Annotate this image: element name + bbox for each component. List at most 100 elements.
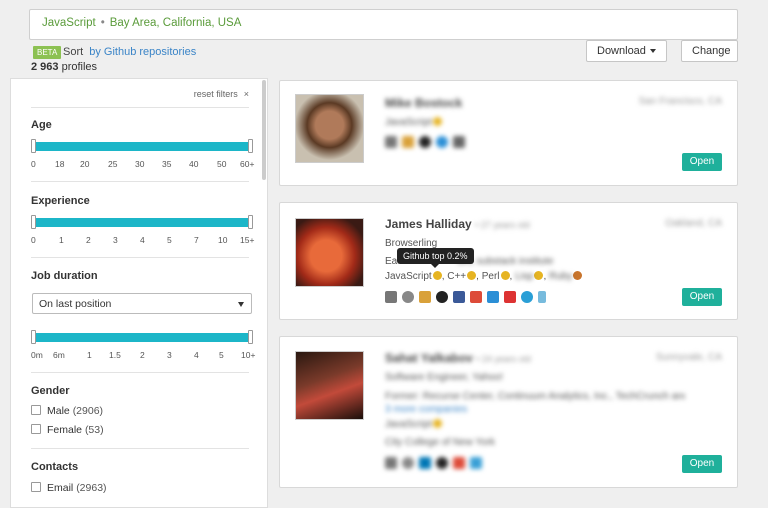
tick-label: 10 (218, 235, 228, 245)
candidate-name[interactable]: Sahat Yalkabov (385, 351, 473, 365)
search-bar[interactable]: JavaScript • Bay Area, California, USA (29, 9, 738, 40)
contacts-email-label: Email (47, 482, 74, 494)
reset-filters-link[interactable]: reset filters × (188, 89, 249, 99)
checkbox-icon[interactable] (31, 482, 41, 492)
google-plus-icon[interactable] (470, 291, 482, 303)
tick-label: 3 (167, 350, 172, 360)
github-rank-tooltip: Github top 0.2% (397, 248, 474, 268)
tick-label: 0m (31, 350, 43, 360)
age-title: Age (31, 119, 52, 131)
experience-min-handle[interactable] (31, 215, 36, 229)
age-max-handle[interactable] (248, 139, 253, 153)
skill-label: JavaScript (385, 117, 432, 128)
twitter-icon[interactable] (436, 136, 448, 148)
open-button[interactable]: Open (682, 288, 722, 306)
open-button[interactable]: Open (682, 455, 722, 473)
sidebar-scrollbar[interactable] (262, 80, 266, 180)
tick-label: 7 (194, 235, 199, 245)
contacts-email-checkbox[interactable]: Email (2963) (31, 482, 107, 494)
candidate-name[interactable]: Mike Bostock (385, 96, 462, 110)
tick-label: 15+ (240, 235, 255, 245)
candidate-location: Oakland, CA (665, 218, 722, 229)
job-duration-select-value: On last position (39, 298, 112, 310)
avatar[interactable] (295, 218, 364, 287)
experience-max-handle[interactable] (248, 215, 253, 229)
download-button[interactable]: Download (586, 40, 667, 62)
google-plus-icon[interactable] (453, 457, 465, 469)
job-duration-max-handle[interactable] (248, 330, 253, 344)
globe-icon[interactable] (521, 291, 533, 303)
beta-badge: BETA (33, 46, 62, 59)
link-icon[interactable] (453, 136, 465, 148)
gender-female-checkbox[interactable]: Female (53) (31, 424, 104, 436)
gender-female-count: (53) (84, 424, 104, 436)
skill-label: C++ (447, 271, 467, 282)
candidate-name[interactable]: James Halliday (385, 217, 472, 231)
more-icon[interactable] (538, 291, 546, 303)
skill-label: Perl (481, 271, 500, 282)
profile-card: Sahat Yalkabov • 24 years old Sunnyvale,… (279, 336, 738, 488)
search-skill: JavaScript (42, 17, 96, 29)
contact-icons (385, 291, 546, 305)
angellist-icon[interactable] (470, 457, 482, 469)
tick-label: 5 (167, 235, 172, 245)
tick-label: 6m (53, 350, 65, 360)
github-icon[interactable] (436, 457, 448, 469)
contact-icons (385, 457, 482, 471)
candidate-skills: JavaScript (385, 117, 442, 128)
tick-label: 4 (140, 235, 145, 245)
age-ticks: 0 18 20 25 30 35 40 50 60+ (31, 159, 257, 171)
tick-label: 50 (217, 159, 227, 169)
more-companies-link[interactable]: 3 more companies (385, 404, 467, 415)
home-icon[interactable] (402, 457, 414, 469)
tick-label: 0 (31, 159, 36, 169)
profiles-count: 2 963 profiles (31, 61, 97, 73)
facebook-icon[interactable] (453, 291, 465, 303)
tick-label: 25 (108, 159, 118, 169)
youtube-icon[interactable] (504, 291, 516, 303)
candidate-location: San Francisco, CA (638, 96, 722, 107)
gender-male-checkbox[interactable]: Male (2906) (31, 405, 103, 417)
job-duration-select[interactable]: On last position (32, 293, 252, 314)
coin-icon (573, 271, 583, 280)
tick-label: 40 (189, 159, 199, 169)
experience-slider[interactable] (31, 215, 253, 229)
checkbox-icon[interactable] (31, 424, 41, 434)
tick-label: 3 (113, 235, 118, 245)
tick-label: 1.5 (109, 350, 121, 360)
avatar[interactable] (295, 94, 364, 163)
change-label: Change (692, 45, 731, 57)
home-icon[interactable] (402, 291, 414, 303)
email-icon[interactable] (385, 291, 397, 303)
search-separator: • (100, 17, 105, 29)
open-button[interactable]: Open (682, 153, 722, 171)
profiles-number: 2 963 (31, 61, 59, 73)
gender-male-label: Male (47, 405, 70, 417)
search-location: Bay Area, California, USA (109, 17, 242, 29)
job-duration-slider[interactable] (31, 330, 253, 344)
profile-card: Mike Bostock San Francisco, CA JavaScrip… (279, 80, 738, 186)
candidate-name-row: James Halliday • 27 years old (385, 217, 530, 231)
twitter-icon[interactable] (487, 291, 499, 303)
checkbox-icon[interactable] (31, 405, 41, 415)
stackoverflow-icon[interactable] (419, 291, 431, 303)
sort-label: Sort (63, 46, 84, 58)
tick-label: 18 (55, 159, 65, 169)
stackoverflow-icon[interactable] (402, 136, 414, 148)
age-min-handle[interactable] (31, 139, 36, 153)
age-slider[interactable] (31, 139, 253, 153)
linkedin-icon[interactable] (419, 457, 431, 469)
email-icon[interactable] (385, 136, 397, 148)
github-icon[interactable] (419, 136, 431, 148)
avatar[interactable] (295, 351, 364, 420)
divider (31, 107, 249, 108)
contacts-title: Contacts (31, 461, 79, 473)
job-duration-min-handle[interactable] (31, 330, 36, 344)
reset-filters-label: reset filters (193, 89, 238, 99)
change-button[interactable]: Change (681, 40, 738, 62)
sort-by-link[interactable]: by Github repositories (89, 46, 196, 58)
email-icon[interactable] (385, 457, 397, 469)
tick-label: 5 (219, 350, 224, 360)
github-icon[interactable] (436, 291, 448, 303)
skill-label: JavaScript (385, 419, 432, 430)
